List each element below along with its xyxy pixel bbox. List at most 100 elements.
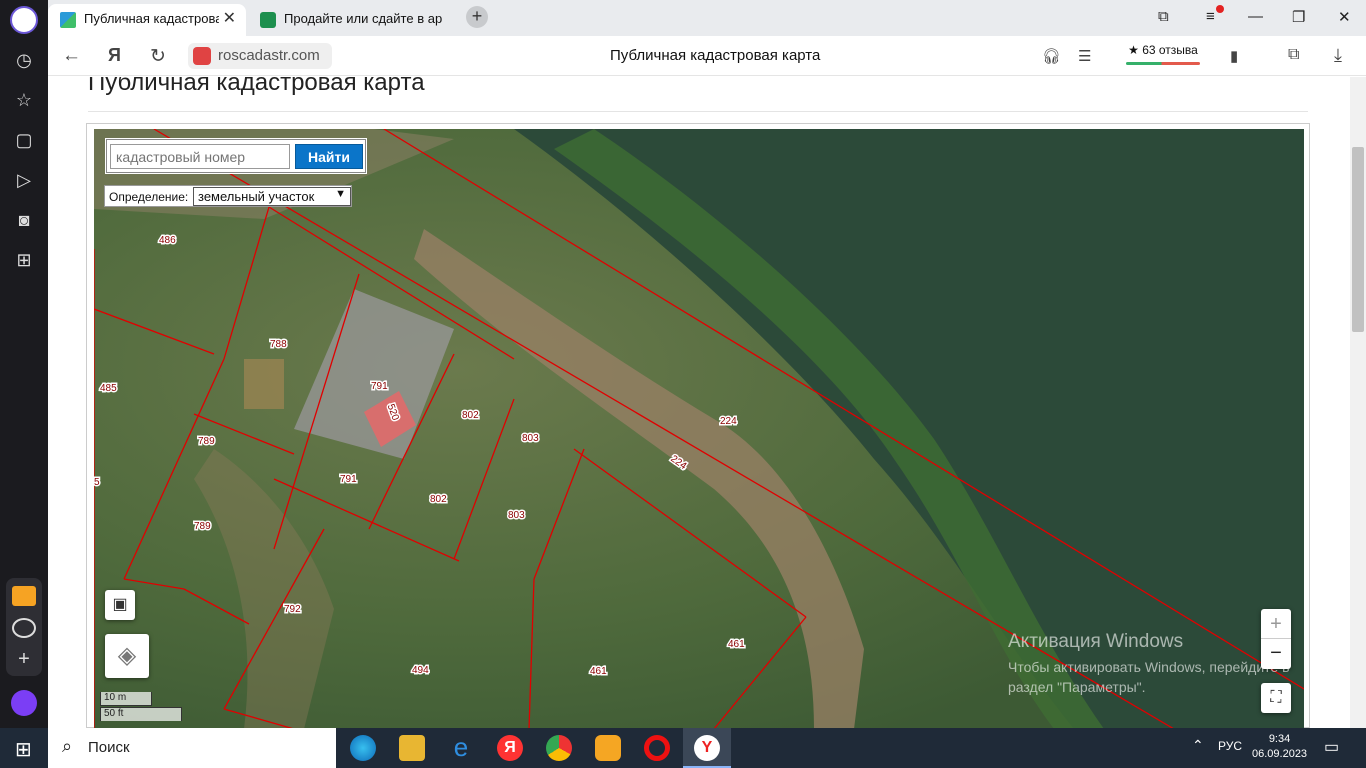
definition-panel: Определение: земельный участок ▼ [104, 185, 352, 207]
clock[interactable]: 9:34 06.09.2023 [1252, 732, 1307, 762]
restore-icon[interactable]: ❐ [1292, 8, 1305, 26]
scale-feet: 50 ft [100, 707, 182, 721]
tab-label: Продайте или сдайте в ар [284, 11, 443, 26]
add-panel-icon[interactable]: + [12, 648, 36, 672]
connection-warning-icon[interactable] [193, 47, 211, 65]
reviews-text: ★ 63 отзыва [1128, 43, 1198, 57]
fullscreen-map-icon[interactable]: ▣ [105, 590, 135, 620]
yandex-browser-icon: Y [694, 735, 720, 761]
language-indicator[interactable]: РУС [1218, 739, 1242, 753]
parcel-label[interactable]: 461 [589, 665, 609, 679]
history-icon[interactable]: ◷ [12, 48, 36, 72]
yandex-mail-icon[interactable] [595, 735, 621, 761]
taskbar-search[interactable]: ⌕ Поиск [48, 728, 336, 768]
reviews-badge[interactable]: ★ 63 отзыва [1124, 43, 1202, 65]
map-frame: 486 788 485 791 520 802 803 224 224 789 … [86, 123, 1310, 728]
parcel-label[interactable]: 802 [429, 493, 449, 507]
definition-label: Определение: [109, 190, 189, 204]
page-title: Публичная кадастровая карта [610, 47, 821, 64]
mail-icon[interactable] [12, 586, 36, 606]
search-button[interactable]: Найти [295, 144, 363, 169]
video-play-icon[interactable]: ▷ [12, 168, 36, 192]
parcel-label[interactable]: 789 [197, 435, 217, 449]
alice-assistant-icon[interactable] [11, 690, 37, 716]
tab-sell-rent[interactable]: Продайте или сдайте в ар [248, 4, 446, 36]
screenshot-icon[interactable]: ◙ [12, 208, 36, 232]
profile-avatar[interactable] [10, 6, 38, 34]
reload-icon[interactable]: ↻ [150, 45, 166, 68]
close-tab-icon[interactable]: ✕ [218, 4, 236, 34]
site-favicon-icon [260, 12, 276, 28]
collections-icon[interactable]: ▢ [12, 128, 36, 152]
cadastral-map[interactable]: 486 788 485 791 520 802 803 224 224 789 … [94, 129, 1304, 728]
page-scrollbar[interactable] [1350, 77, 1366, 728]
sidebar-apps-panel: + [6, 578, 42, 676]
tab-bar: Публичная кадастрова ✕ Продайте или сдай… [48, 0, 1366, 36]
yandex-icon[interactable]: Я [108, 45, 121, 66]
clock-time: 9:34 [1268, 733, 1291, 745]
scale-meters: 10 m [100, 692, 152, 706]
parcel-label[interactable]: 802 [461, 409, 481, 423]
new-tab-button[interactable]: + [466, 6, 488, 28]
reviews-rating-bar [1126, 62, 1200, 65]
yandex-browser-taskbar-item[interactable]: Y [683, 728, 731, 768]
parcel-label[interactable]: 791 [339, 473, 359, 487]
chrome-icon[interactable] [546, 735, 572, 761]
windows-activation-watermark: Активация Windows Чтобы активировать Win… [1008, 631, 1290, 697]
watermark-title: Активация Windows [1008, 631, 1184, 652]
internet-explorer-icon[interactable]: e [448, 734, 474, 761]
layers-icon[interactable]: ◈ [105, 634, 149, 678]
apps-grid-icon[interactable]: ⊞ [12, 248, 36, 272]
parcel-label[interactable]: 461 [727, 638, 747, 652]
tab-cadastral-map[interactable]: Публичная кадастрова ✕ [48, 4, 246, 36]
parcel-label[interactable]: 788 [269, 338, 289, 352]
windows-taskbar: ⊞ ⌕ Поиск e Я Y ⌃ РУС 9:34 06.09.2023 ▭ [0, 728, 1366, 768]
parcel-label[interactable]: 803 [507, 509, 527, 523]
parcel-label[interactable]: 803 [521, 432, 541, 446]
notifications-icon[interactable]: ▭ [1324, 737, 1339, 757]
bookmark-icon[interactable]: ▮ [1230, 47, 1238, 65]
page-heading: Публичная кадастровая карта [88, 77, 425, 96]
parcel-label[interactable]: 224 [719, 415, 739, 429]
cadastral-search-panel: Найти [106, 139, 366, 173]
cadastral-number-input[interactable] [110, 144, 290, 169]
browser-sidebar: ◷ ☆ ▢ ▷ ◙ ⊞ + [0, 0, 48, 728]
definition-select[interactable]: земельный участок ▼ [193, 187, 351, 206]
taskbar-search-label: Поиск [88, 739, 130, 756]
page-content: Публичная кадастровая карта 486 788 485 … [48, 77, 1350, 728]
clock-date: 06.09.2023 [1252, 748, 1308, 760]
chevron-down-icon: ▼ [335, 188, 346, 200]
parcel-label[interactable]: 485 [99, 382, 119, 396]
alice-station-icon[interactable] [12, 618, 36, 638]
parcel-label[interactable]: 791 [370, 380, 390, 394]
watermark-line1: Чтобы активировать Windows, перейдите в [1008, 659, 1290, 675]
url-text: roscadastr.com [218, 47, 320, 64]
tab-manager-icon[interactable]: ⧉ [1158, 8, 1169, 25]
extensions-icon[interactable]: ⧉ [1288, 46, 1299, 64]
opera-icon[interactable] [644, 735, 670, 761]
edge-icon[interactable] [350, 735, 376, 761]
watermark-line2: раздел "Параметры". [1008, 679, 1146, 695]
reader-mode-icon[interactable]: ☰ [1078, 47, 1091, 65]
parcel-label[interactable]: 486 [158, 234, 178, 248]
windows-start-icon[interactable]: ⊞ [15, 737, 32, 762]
minimize-icon[interactable]: — [1248, 8, 1263, 25]
back-arrow-icon[interactable]: ← [62, 45, 81, 67]
parcel-label[interactable]: 789 [193, 520, 213, 534]
url-field[interactable]: roscadastr.com [188, 43, 332, 69]
download-icon[interactable]: ⤓ [1334, 45, 1342, 66]
scrollbar-thumb[interactable] [1352, 147, 1364, 332]
tray-expand-icon[interactable]: ⌃ [1192, 737, 1204, 754]
definition-selected-value: земельный участок [198, 189, 315, 204]
yandex-app-icon[interactable]: Я [497, 735, 523, 761]
menu-icon[interactable]: ≡ [1206, 5, 1224, 25]
parcel-label[interactable]: 494 [411, 664, 431, 678]
parcel-label[interactable]: 792 [283, 603, 303, 617]
divider [88, 111, 1308, 112]
bookmarks-star-icon[interactable]: ☆ [12, 88, 36, 112]
close-window-icon[interactable]: ✕ [1338, 8, 1351, 26]
file-explorer-icon[interactable] [399, 735, 425, 761]
tab-label: Публичная кадастрова [84, 11, 223, 26]
headphones-icon[interactable]: 🎧︎ [1042, 47, 1061, 65]
parcel-label[interactable]: 5 [94, 476, 102, 490]
